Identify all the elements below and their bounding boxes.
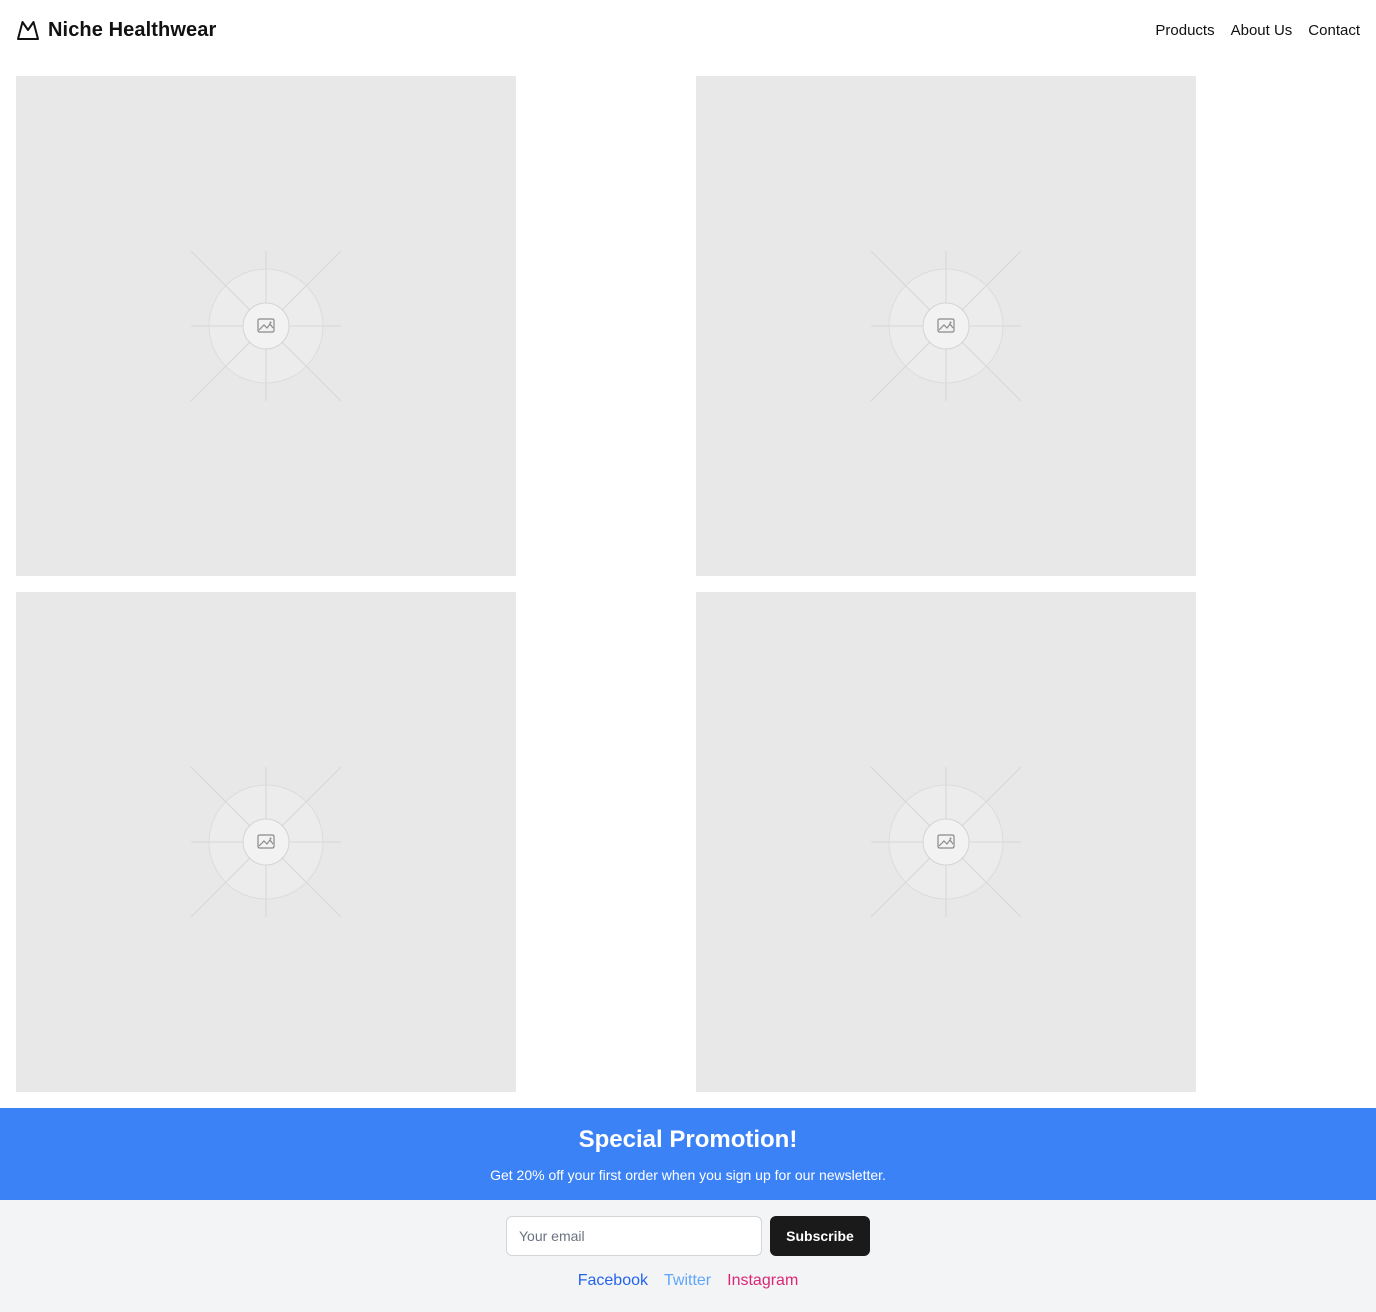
promotion-title: Special Promotion! [578, 1126, 798, 1153]
email-input[interactable] [506, 1216, 762, 1256]
promotion-banner: Special Promotion! Get 20% off your firs… [0, 1108, 1376, 1200]
facebook-link[interactable]: Facebook [578, 1272, 648, 1290]
nav-products-link[interactable]: Products [1155, 22, 1214, 39]
twitter-link[interactable]: Twitter [664, 1272, 711, 1290]
site-footer: Subscribe Facebook Twitter Instagram [0, 1200, 1376, 1312]
subscribe-button[interactable]: Subscribe [770, 1216, 870, 1256]
product-image-placeholder [16, 592, 516, 1092]
mountain-icon [16, 18, 40, 42]
image-placeholder-icon [190, 250, 342, 402]
main-nav: Products About Us Contact [1155, 22, 1360, 39]
image-placeholder-icon [870, 250, 1022, 402]
promotion-text: Get 20% off your first order when you si… [490, 1167, 886, 1183]
image-placeholder-icon [190, 766, 342, 918]
product-grid [16, 76, 1196, 1092]
brand-name: Niche Healthwear [48, 18, 217, 41]
product-image-placeholder [16, 76, 516, 576]
product-image-placeholder [696, 76, 1196, 576]
page: Niche Healthwear Products About Us Conta… [0, 0, 1376, 1312]
newsletter-form: Subscribe [506, 1216, 870, 1256]
site-header: Niche Healthwear Products About Us Conta… [0, 0, 1376, 60]
nav-about-link[interactable]: About Us [1231, 22, 1293, 39]
social-links: Facebook Twitter Instagram [0, 1272, 1376, 1290]
instagram-link[interactable]: Instagram [727, 1272, 798, 1290]
product-image-placeholder [696, 592, 1196, 1092]
brand-link[interactable]: Niche Healthwear [16, 18, 216, 42]
nav-contact-link[interactable]: Contact [1308, 22, 1360, 39]
image-placeholder-icon [870, 766, 1022, 918]
